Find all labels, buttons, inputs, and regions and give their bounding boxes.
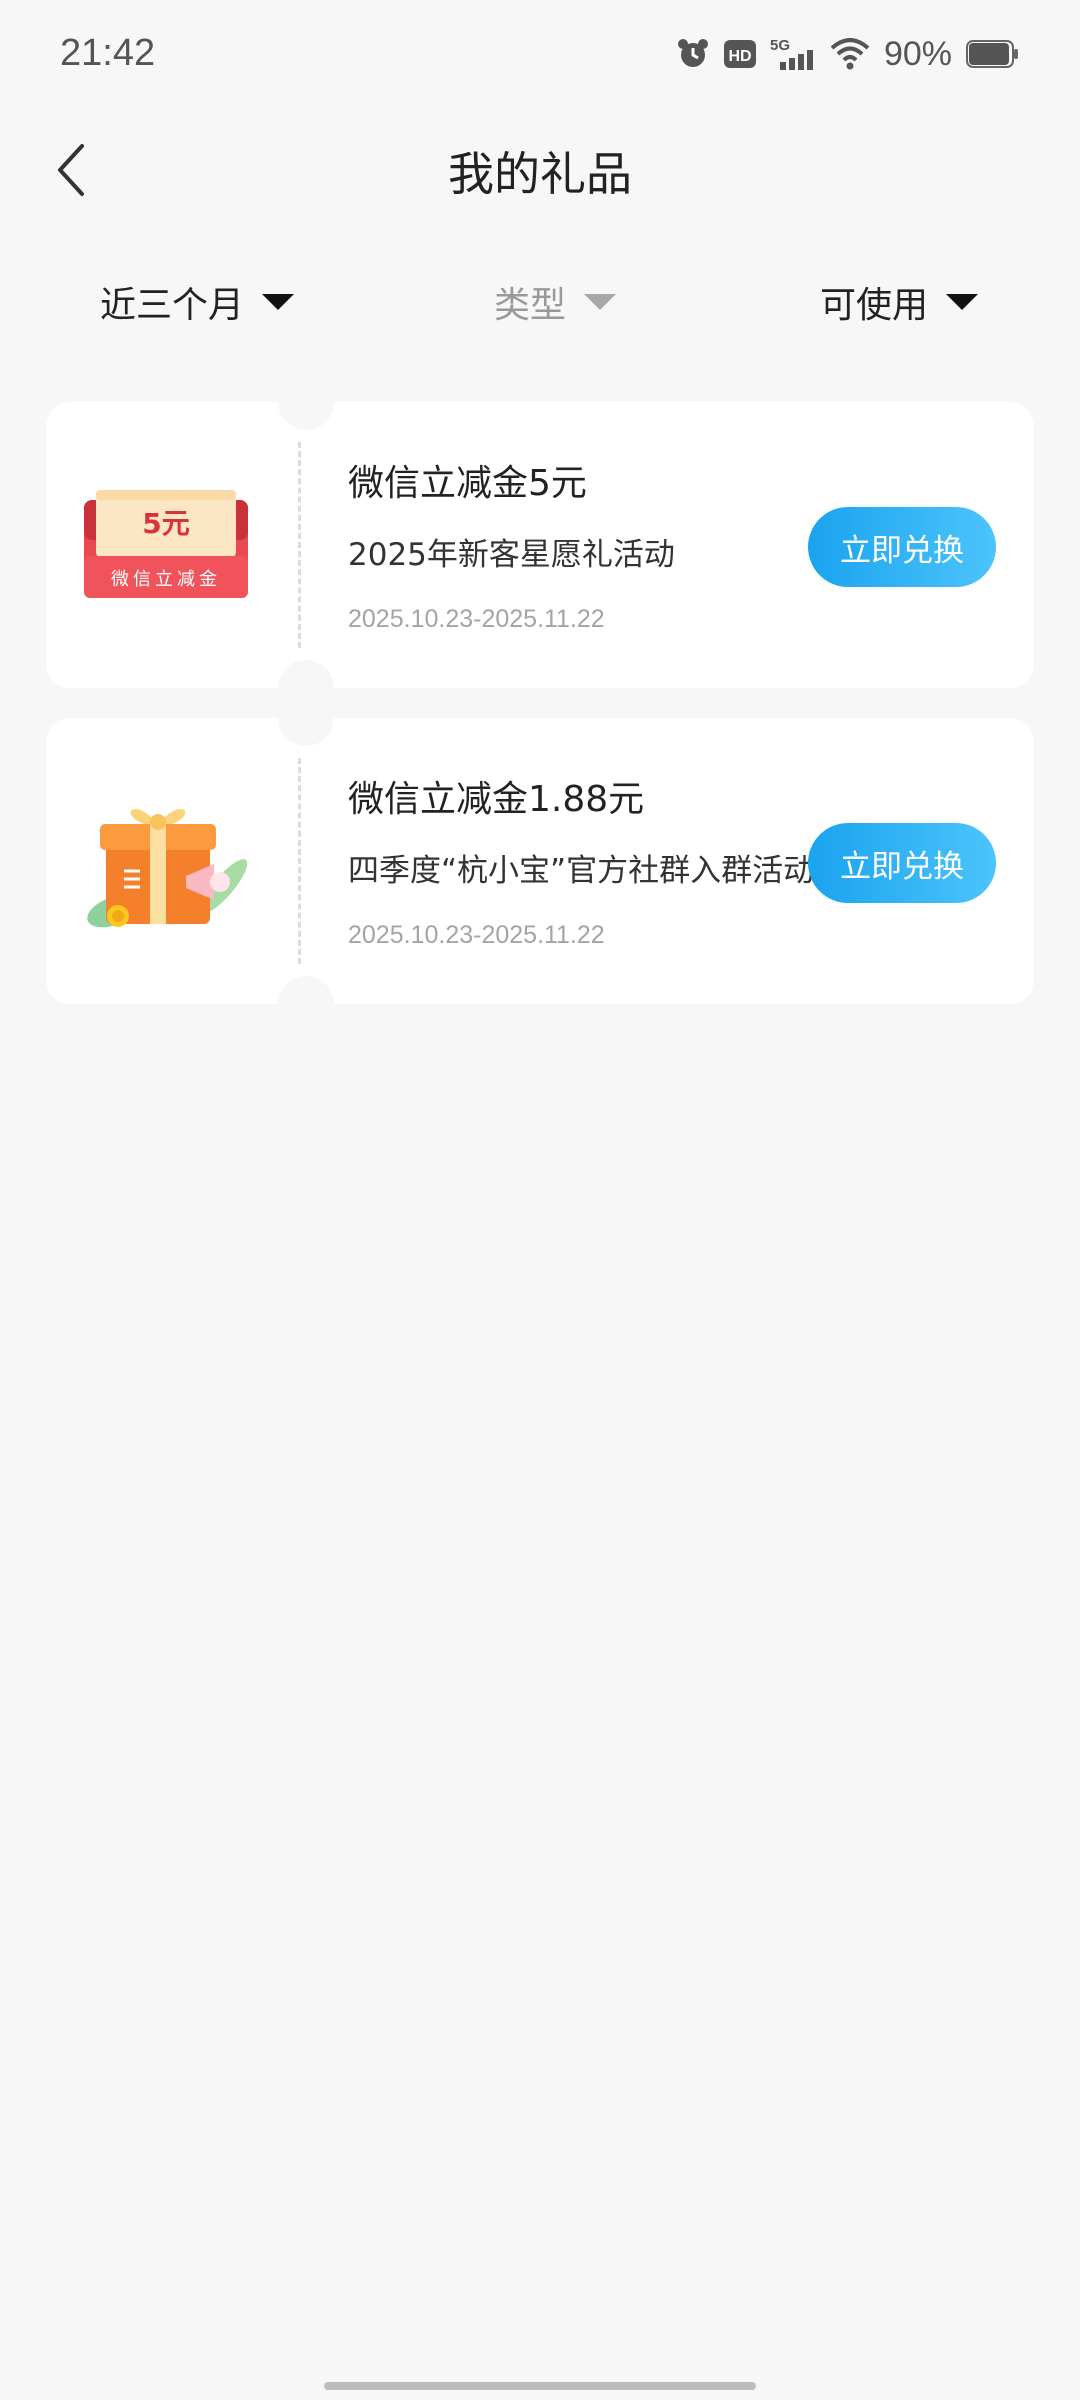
caret-down-icon	[946, 294, 979, 310]
signal-5g-icon: 5G	[770, 36, 816, 72]
gift-date: 2025.10.23-2025.11.22	[348, 921, 605, 949]
gift-desc: 2025年新客星愿礼活动	[348, 537, 675, 573]
gift-card[interactable]: 5元 微信立减金 微信立减金5元 2025年新客星愿礼活动 2025.10.23…	[46, 374, 1034, 716]
filter-type[interactable]: 类型	[494, 262, 617, 342]
battery-percent: 90%	[883, 34, 952, 73]
coupon-label: 微信立减金	[111, 569, 221, 590]
alarm-icon	[676, 37, 710, 71]
gift-info: 微信立减金1.88元 四季度“杭小宝”官方社群入群活动 2025.10.23-2…	[348, 778, 818, 950]
card-notch	[278, 690, 334, 746]
status-time: 21:42	[60, 32, 156, 74]
gift-title: 微信立减金1.88元	[348, 779, 645, 820]
battery-icon	[966, 40, 1020, 68]
filter-status[interactable]: 可使用	[820, 262, 979, 342]
gift-card[interactable]: 微信立减金1.88元 四季度“杭小宝”官方社群入群活动 2025.10.23-2…	[46, 690, 1034, 1032]
status-icons: HD 5G 90%	[676, 34, 1020, 74]
filter-period[interactable]: 近三个月	[100, 262, 295, 342]
gift-desc: 四季度“杭小宝”官方社群入群活动	[348, 853, 815, 889]
gift-date: 2025.10.23-2025.11.22	[348, 605, 605, 633]
gift-title: 微信立减金5元	[348, 463, 587, 504]
network-label: 5G	[770, 37, 790, 54]
page-title: 我的礼品	[448, 147, 632, 201]
status-bar: 21:42 HD 5G 90%	[0, 0, 1080, 116]
redeem-button[interactable]: 立即兑换	[808, 823, 996, 903]
card-divider	[298, 758, 301, 964]
card-divider	[298, 442, 301, 648]
filter-bar: 近三个月 类型 可使用	[0, 262, 1080, 342]
card-notch	[278, 374, 334, 430]
caret-down-icon	[584, 294, 617, 310]
filter-type-label: 类型	[494, 285, 567, 326]
card-notch	[278, 976, 334, 1032]
home-indicator[interactable]	[324, 2382, 756, 2390]
caret-down-icon	[262, 294, 295, 310]
hd-badge-text: HD	[728, 48, 751, 65]
filter-period-label: 近三个月	[100, 285, 245, 326]
gift-box-image	[74, 776, 254, 946]
header: 我的礼品	[0, 116, 1080, 224]
coupon-amount: 5元	[142, 507, 189, 540]
wifi-icon	[830, 38, 870, 70]
redeem-button[interactable]: 立即兑换	[808, 507, 996, 587]
coupon-envelope-image: 5元 微信立减金	[74, 460, 254, 630]
hd-icon: HD	[723, 38, 756, 70]
gift-info: 微信立减金5元 2025年新客星愿礼活动 2025.10.23-2025.11.…	[348, 462, 818, 634]
filter-status-label: 可使用	[820, 285, 929, 326]
gift-list: 5元 微信立减金 微信立减金5元 2025年新客星愿礼活动 2025.10.23…	[46, 374, 1034, 1034]
